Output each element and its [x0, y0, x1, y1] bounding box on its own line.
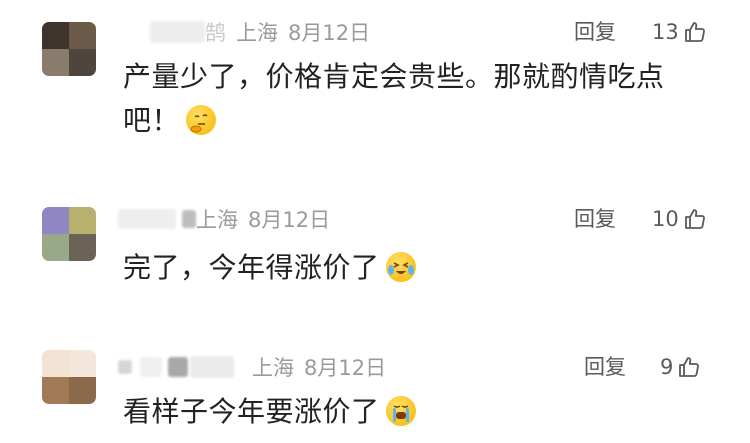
username-blurred[interactable]: [140, 357, 162, 377]
username-fragment[interactable]: 鹄: [205, 17, 226, 47]
comment-meta: 鹄 上海 8月12日: [150, 17, 370, 47]
crying-laughing-face-emoji-icon: [385, 252, 416, 282]
comment-text-line: 看样子今年要涨价了: [123, 395, 380, 428]
comment-meta: 上海 8月12日: [118, 352, 386, 382]
thumbs-up-icon: [679, 357, 700, 377]
avatar[interactable]: [42, 22, 96, 76]
comment-text: 产量少了，价格肯定会贵些。那就酌情吃点 吧！: [123, 55, 665, 143]
comment-text: 完了，今年得涨价了: [123, 246, 416, 290]
avatar[interactable]: [42, 350, 96, 404]
thinking-face-emoji-icon: [186, 105, 217, 135]
username-blurred[interactable]: [182, 210, 196, 228]
username-blurred[interactable]: [118, 209, 176, 229]
username-blurred[interactable]: [190, 356, 234, 378]
like-count: 10: [652, 207, 679, 231]
comment-meta: 上海 8月12日: [118, 204, 330, 234]
username-blurred[interactable]: [118, 360, 132, 374]
like-button[interactable]: 9: [660, 352, 701, 382]
username-blurred[interactable]: [168, 357, 188, 377]
thumbs-up-icon: [684, 22, 705, 42]
like-button[interactable]: 10: [652, 204, 707, 234]
location: 上海: [236, 21, 278, 45]
thumbs-up-icon: [684, 209, 705, 229]
reply-button[interactable]: 回复: [574, 204, 616, 234]
reply-button[interactable]: 回复: [584, 352, 626, 382]
like-count: 9: [660, 355, 674, 379]
location: 上海: [196, 208, 238, 232]
reply-button[interactable]: 回复: [574, 17, 616, 47]
date: 8月12日: [304, 356, 387, 380]
like-count: 13: [652, 20, 679, 44]
comment-text-line: 吧！: [123, 104, 181, 137]
comment-text: 看样子今年要涨价了: [123, 390, 416, 434]
comment-text-line: 产量少了，价格肯定会贵些。那就酌情吃点: [123, 60, 665, 93]
date: 8月12日: [288, 21, 371, 45]
location: 上海: [252, 356, 294, 380]
like-button[interactable]: 13: [652, 17, 707, 47]
crying-face-emoji-icon: [385, 396, 416, 426]
username-blurred[interactable]: [150, 21, 205, 43]
avatar[interactable]: [42, 207, 96, 261]
date: 8月12日: [248, 208, 331, 232]
comment-text-line: 完了，今年得涨价了: [123, 251, 380, 284]
